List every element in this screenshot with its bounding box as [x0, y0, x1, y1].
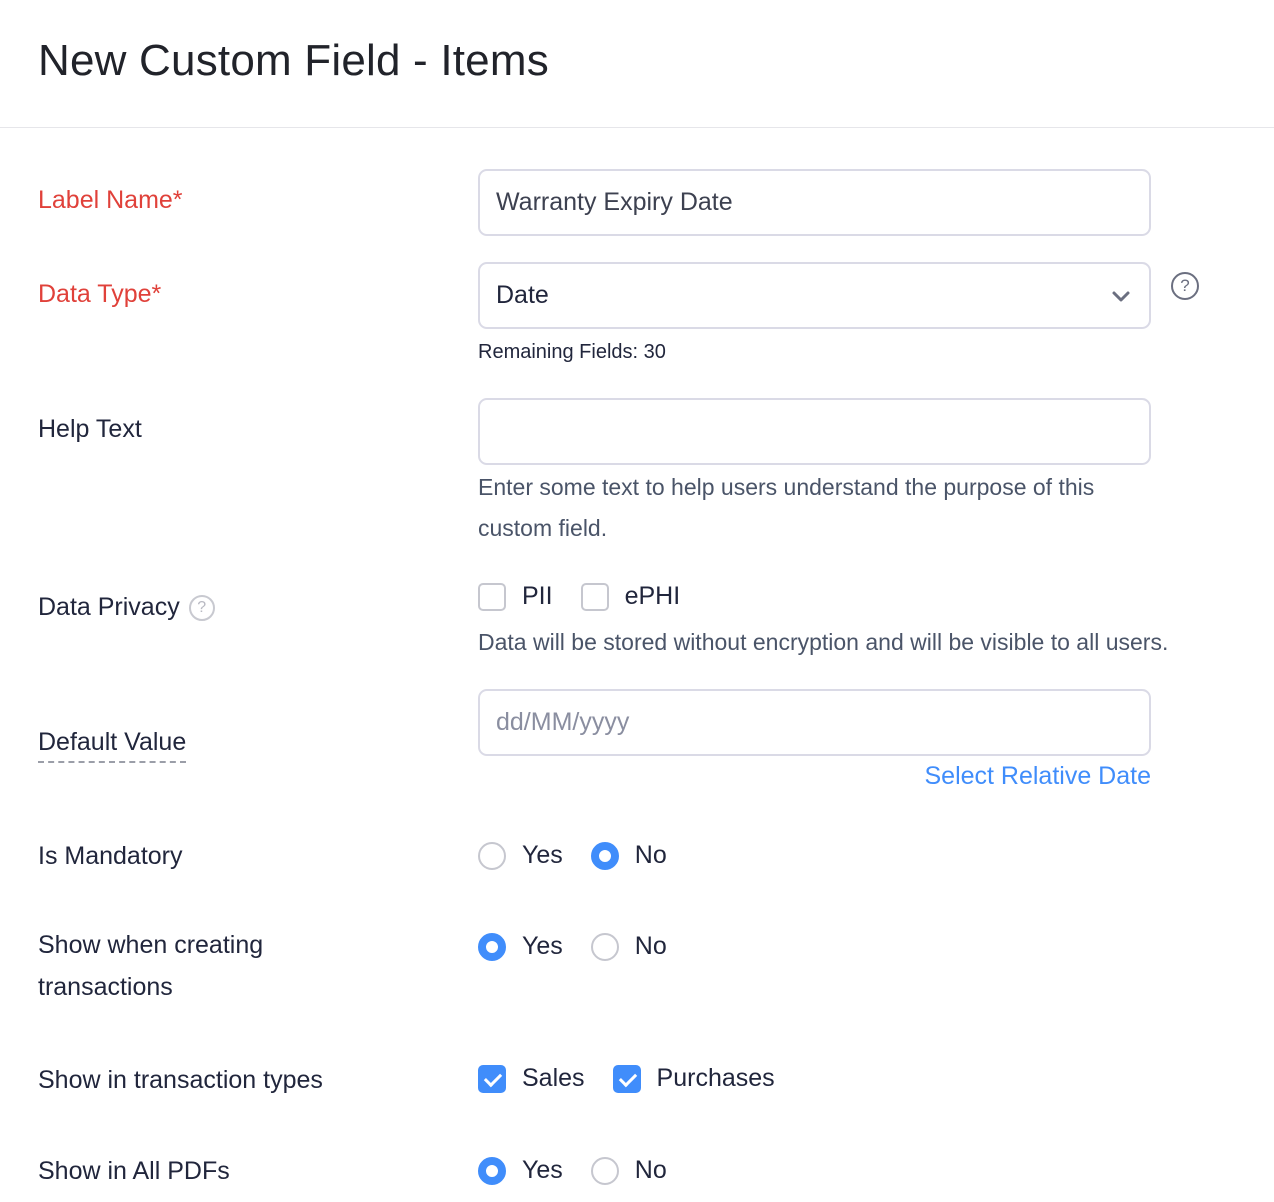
purchases-checkbox-option[interactable]: Purchases	[612, 1064, 775, 1093]
is-mandatory-yes-label: Yes	[522, 841, 563, 869]
help-text-input[interactable]	[478, 398, 1151, 465]
is-mandatory-yes-option[interactable]: Yes	[478, 841, 563, 870]
transaction-types-label: Show in transaction types	[38, 1066, 323, 1094]
label-name-input[interactable]: Warranty Expiry Date	[478, 169, 1151, 236]
help-text-hint: Enter some text to help users understand…	[478, 474, 1095, 541]
data-privacy-label: Data Privacy ?	[38, 593, 215, 622]
help-text-label: Help Text	[38, 415, 142, 443]
page-title: New Custom Field - Items	[38, 36, 549, 85]
default-value-input[interactable]: dd/MM/yyyy	[478, 689, 1151, 756]
label-name-value: Warranty Expiry Date	[496, 188, 733, 216]
is-mandatory-options: Yes No	[478, 841, 695, 870]
sales-checkbox[interactable]	[478, 1064, 506, 1093]
sales-checkbox-option[interactable]: Sales	[478, 1064, 585, 1093]
data-type-label: Data Type*	[38, 280, 162, 308]
show-in-pdfs-no-option[interactable]: No	[590, 1156, 667, 1185]
data-type-value: Date	[496, 281, 549, 309]
show-in-pdfs-label: Show in All PDFs	[38, 1157, 230, 1185]
ephi-checkbox[interactable]	[580, 582, 609, 611]
show-in-pdfs-yes-option[interactable]: Yes	[478, 1156, 563, 1185]
select-relative-date-link[interactable]: Select Relative Date	[924, 762, 1151, 791]
is-mandatory-no-label: No	[634, 841, 667, 869]
help-icon-glyph: ?	[197, 598, 207, 616]
ephi-label: ePHI	[624, 582, 681, 610]
show-when-creating-yes-option[interactable]: Yes	[478, 932, 563, 961]
transaction-types-options: Sales Purchases	[478, 1064, 803, 1093]
purchases-label: Purchases	[656, 1064, 775, 1092]
pii-label: PII	[522, 582, 553, 610]
show-when-creating-label-line1: Show when creating	[38, 931, 264, 959]
show-when-creating-label-line2: transactions	[38, 973, 173, 1001]
show-in-pdfs-yes-radio[interactable]	[478, 1156, 506, 1185]
show-when-creating-label: Show when creating transactions	[38, 931, 263, 1008]
help-icon[interactable]: ?	[1171, 272, 1199, 300]
is-mandatory-no-radio[interactable]	[590, 841, 619, 870]
show-when-creating-no-radio[interactable]	[590, 932, 619, 961]
ephi-checkbox-option[interactable]: ePHI	[580, 582, 681, 611]
show-in-pdfs-options: Yes No	[478, 1156, 695, 1185]
help-icon-glyph: ?	[1180, 276, 1190, 295]
label-name-label: Label Name*	[38, 186, 183, 214]
show-when-creating-options: Yes No	[478, 932, 695, 961]
is-mandatory-label: Is Mandatory	[38, 842, 183, 870]
data-privacy-options: PII ePHI	[478, 582, 708, 611]
pii-checkbox-option[interactable]: PII	[478, 582, 553, 611]
sales-label: Sales	[522, 1064, 585, 1092]
remaining-fields-text: Remaining Fields: 30	[478, 341, 666, 363]
show-in-pdfs-no-label: No	[634, 1156, 667, 1184]
default-value-label: Default Value	[38, 728, 187, 763]
data-privacy-note: Data will be stored without encryption a…	[478, 629, 1169, 655]
default-value-placeholder: dd/MM/yyyy	[496, 708, 630, 736]
purchases-checkbox[interactable]	[612, 1064, 641, 1093]
data-privacy-label-text: Data Privacy	[38, 593, 180, 621]
data-type-select[interactable]: Date	[478, 262, 1151, 329]
help-icon[interactable]: ?	[188, 594, 215, 621]
show-in-pdfs-no-radio[interactable]	[590, 1156, 619, 1185]
show-when-creating-no-option[interactable]: No	[590, 932, 667, 961]
chevron-down-icon	[1112, 291, 1130, 302]
show-in-pdfs-yes-label: Yes	[522, 1156, 563, 1184]
is-mandatory-no-option[interactable]: No	[590, 841, 667, 870]
show-when-creating-yes-label: Yes	[522, 932, 563, 960]
show-when-creating-no-label: No	[634, 932, 667, 960]
show-when-creating-yes-radio[interactable]	[478, 932, 506, 961]
is-mandatory-yes-radio[interactable]	[478, 841, 506, 870]
pii-checkbox[interactable]	[478, 582, 506, 611]
page-header: New Custom Field - Items	[0, 0, 1274, 128]
